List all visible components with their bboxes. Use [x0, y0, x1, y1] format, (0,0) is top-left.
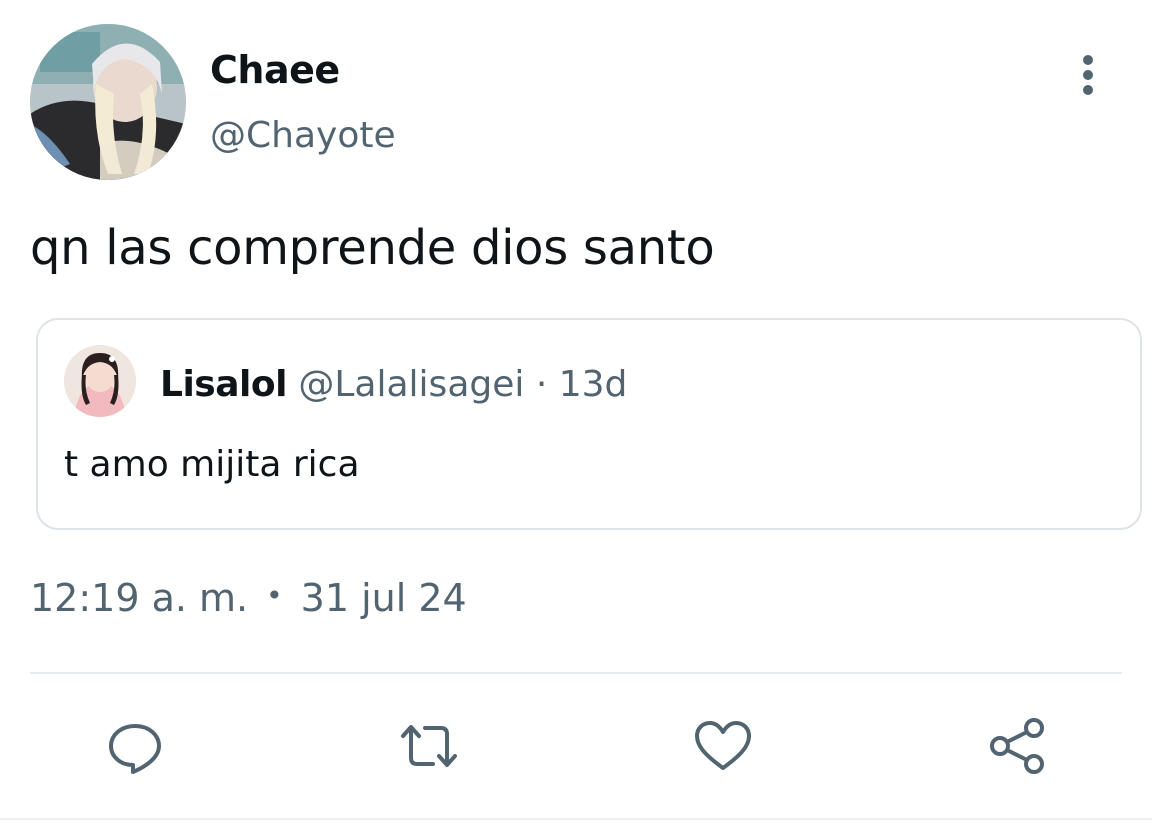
- actions-divider: [30, 672, 1122, 674]
- quoted-author-handle: @Lalalisagei: [298, 364, 525, 405]
- quoted-tweet-text: t amo mijita rica: [64, 444, 360, 485]
- heart-icon: [695, 721, 751, 770]
- reply-button[interactable]: [103, 714, 167, 778]
- tweet-text: qn las comprende dios santo: [30, 220, 715, 276]
- retweet-icon: [401, 725, 457, 767]
- share-button[interactable]: [986, 714, 1050, 778]
- author-display-name[interactable]: Chaee: [210, 48, 340, 92]
- tweet-time[interactable]: 12:19 a. m.: [30, 576, 248, 620]
- quoted-tweet-age: 13d: [558, 364, 628, 405]
- quoted-avatar-image: [64, 345, 136, 417]
- bottom-divider: [0, 818, 1152, 820]
- share-icon: [990, 718, 1044, 774]
- like-button[interactable]: [691, 714, 755, 778]
- more-options-button[interactable]: [1068, 50, 1108, 100]
- more-vertical-icon: [1083, 55, 1093, 95]
- quoted-author-avatar: [64, 345, 136, 417]
- author-avatar[interactable]: [30, 24, 186, 180]
- author-handle[interactable]: @Chayote: [210, 115, 396, 156]
- retweet-button[interactable]: [397, 714, 461, 778]
- author-avatar-image: [30, 24, 186, 180]
- quoted-tweet-card[interactable]: Lisalol @Lalalisagei · 13d t amo mijita …: [36, 318, 1142, 530]
- comment-icon: [109, 724, 161, 774]
- timestamp-separator: •: [266, 579, 283, 612]
- quoted-separator: ·: [535, 364, 548, 405]
- tweet-date[interactable]: 31 jul 24: [301, 576, 467, 620]
- quoted-tweet-header: Lisalol @Lalalisagei · 13d: [160, 364, 627, 405]
- quoted-author-name: Lisalol: [160, 364, 287, 405]
- tweet-timestamp: 12:19 a. m. • 31 jul 24: [30, 576, 467, 620]
